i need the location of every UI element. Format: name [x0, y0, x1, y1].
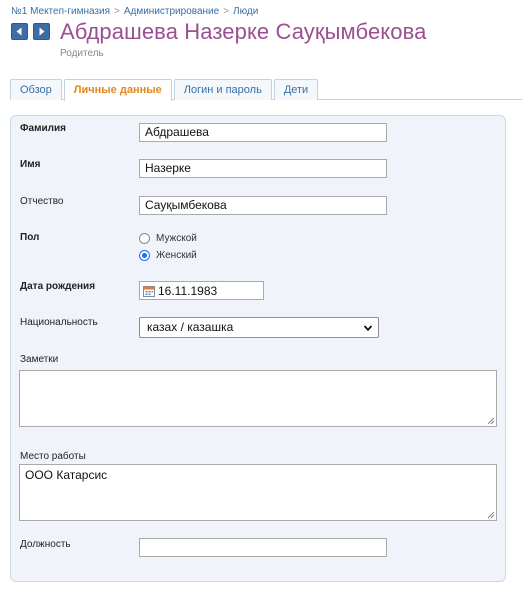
position-field[interactable]	[139, 538, 387, 557]
gender-female-radio[interactable]	[139, 249, 150, 261]
notes-textarea[interactable]	[19, 370, 497, 427]
gender-female-label: Женский	[156, 249, 197, 261]
person-role: Родитель	[60, 48, 104, 59]
breadcrumb: №1 Мектеп-гимназия > Администрирование > Люд…	[11, 6, 258, 17]
nationality-selected-value: казах / казашка	[147, 320, 234, 334]
patronymic-label: Отчество	[20, 196, 64, 207]
birth-date-label: Дата рождения	[20, 281, 96, 292]
workplace-resize-grip-icon[interactable]	[487, 511, 495, 519]
previous-person-button[interactable]	[11, 23, 28, 40]
arrow-right-icon	[39, 27, 45, 36]
workplace-textarea[interactable]: ООО Катарсис	[19, 464, 497, 521]
arrow-left-icon	[16, 27, 22, 36]
last-name-label: Фамилия	[20, 123, 66, 134]
gender-male-label: Мужской	[156, 232, 197, 244]
breadcrumb-people-link[interactable]: Люди	[233, 6, 258, 17]
position-label: Должность	[20, 539, 71, 550]
birth-date-field[interactable]: 16.11.1983	[139, 281, 264, 300]
notes-label: Заметки	[20, 354, 59, 365]
calendar-icon[interactable]	[143, 285, 155, 297]
gender-option-female[interactable]: Женский	[139, 248, 197, 262]
gender-option-male[interactable]: Мужской	[139, 231, 197, 245]
nationality-label: Национальность	[20, 317, 98, 328]
tab-bar: Обзор Личные данные Логин и пароль Дети	[10, 79, 320, 101]
tab-personal-data[interactable]: Личные данные	[63, 79, 172, 101]
breadcrumb-school-link[interactable]: №1 Мектеп-гимназия	[11, 6, 110, 17]
first-name-field[interactable]: Назерке	[139, 159, 387, 178]
last-name-field[interactable]: Абдрашева	[139, 123, 387, 142]
nationality-select[interactable]: казах / казашка	[139, 317, 379, 338]
birth-date-value: 16.11.1983	[158, 283, 218, 298]
gender-label: Пол	[20, 232, 40, 243]
breadcrumb-separator: >	[223, 6, 230, 17]
next-person-button[interactable]	[33, 23, 50, 40]
breadcrumb-separator: >	[114, 6, 120, 17]
chevron-down-icon	[363, 325, 373, 332]
patronymic-field[interactable]: Сауқымбекова	[139, 196, 387, 215]
workplace-label: Место работы	[20, 451, 86, 462]
notes-resize-grip-icon[interactable]	[487, 417, 495, 425]
first-name-label: Имя	[20, 159, 41, 170]
page-title: Абдрашева Назерке Сауқымбекова	[60, 19, 427, 44]
tab-children[interactable]: Дети	[273, 79, 319, 100]
gender-male-radio[interactable]	[139, 232, 150, 244]
tab-overview[interactable]: Обзор	[10, 79, 62, 100]
tab-login-password[interactable]: Логин и пароль	[173, 79, 272, 100]
breadcrumb-admin-link[interactable]: Администрирование	[124, 6, 219, 17]
